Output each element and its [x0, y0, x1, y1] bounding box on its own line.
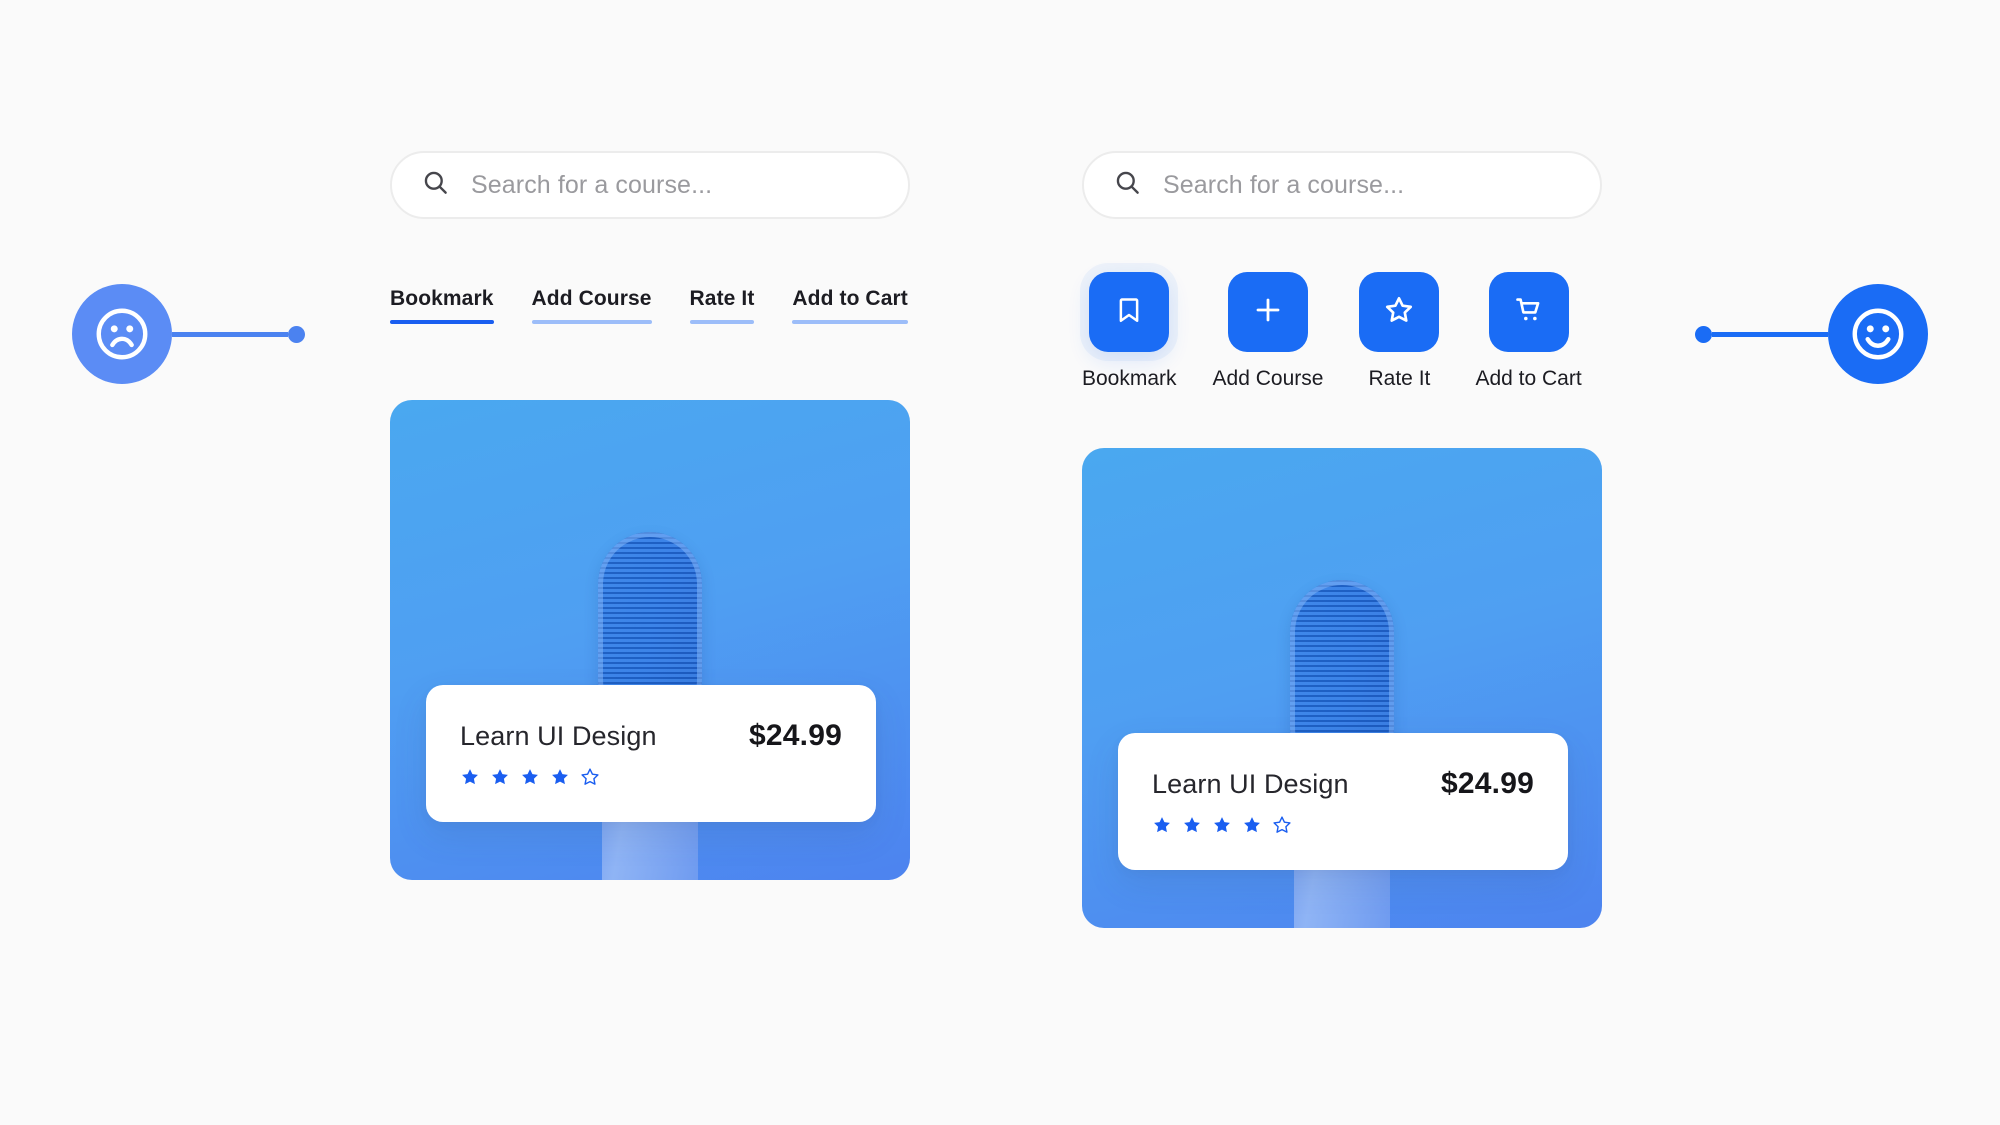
link-bookmark[interactable]: Bookmark	[390, 287, 494, 324]
marker-connector-right	[1695, 325, 1828, 343]
icon-action-bar: Bookmark Add Course Rate It Add to Cart	[1082, 272, 1582, 391]
button-label: Add to Cart	[1475, 367, 1582, 390]
star-filled-icon	[1152, 815, 1172, 840]
search-input[interactable]: Search for a course...	[471, 171, 712, 200]
button-tile	[1488, 272, 1569, 352]
course-price: $24.99	[1441, 767, 1534, 800]
bookmark-icon	[1114, 295, 1144, 330]
button-tile	[1227, 272, 1308, 352]
course-rating	[460, 767, 842, 792]
course-title: Learn UI Design	[460, 721, 657, 751]
course-info-card[interactable]: Learn UI Design $24.99	[1118, 733, 1568, 870]
button-label: Rate It	[1368, 367, 1431, 390]
star-outline-icon	[1272, 815, 1292, 840]
link-label: Add to Cart	[792, 287, 908, 310]
link-underline	[390, 320, 494, 324]
link-label: Add Course	[531, 287, 652, 310]
link-label: Rate It	[689, 287, 755, 310]
star-filled-icon	[550, 767, 570, 792]
star-filled-icon	[1212, 815, 1232, 840]
button-add-course[interactable]: Add Course	[1212, 272, 1324, 391]
button-label: Add Course	[1212, 367, 1324, 390]
course-product-a: Learn UI Design $24.99	[390, 400, 910, 880]
button-tile	[1359, 272, 1440, 352]
connector-line	[172, 331, 288, 337]
button-add-to-cart[interactable]: Add to Cart	[1475, 272, 1582, 391]
search-input[interactable]: Search for a course...	[1163, 171, 1404, 200]
marker-connector-left	[172, 325, 305, 343]
link-rate-it[interactable]: Rate It	[689, 287, 755, 324]
connector-dot	[288, 325, 305, 343]
link-add-to-cart[interactable]: Add to Cart	[792, 287, 908, 324]
course-info-header: Learn UI Design $24.99	[1152, 767, 1534, 801]
search-icon	[422, 169, 449, 201]
connector-dot	[1695, 325, 1712, 343]
link-underline	[689, 320, 755, 324]
star-filled-icon	[520, 767, 540, 792]
link-label: Bookmark	[390, 287, 494, 310]
button-bookmark[interactable]: Bookmark	[1082, 272, 1177, 391]
comparison-marker-negative	[72, 284, 305, 384]
course-product-b: Learn UI Design $24.99	[1082, 448, 1602, 928]
course-price: $24.99	[749, 719, 842, 752]
search-icon	[1114, 169, 1141, 201]
star-filled-icon	[490, 767, 510, 792]
search-bar[interactable]: Search for a course...	[390, 151, 910, 219]
star-filled-icon	[1242, 815, 1262, 840]
connector-line	[1712, 331, 1828, 337]
course-rating	[1152, 815, 1534, 840]
star-outline-icon	[580, 767, 600, 792]
star-filled-icon	[460, 767, 480, 792]
plus-icon	[1252, 294, 1284, 331]
course-info-header: Learn UI Design $24.99	[460, 719, 842, 753]
link-underline	[531, 320, 652, 324]
button-label: Bookmark	[1082, 367, 1177, 390]
sad-face-icon	[72, 284, 172, 384]
star-filled-icon	[1182, 815, 1202, 840]
star-outline-icon	[1383, 294, 1415, 331]
course-title: Learn UI Design	[1152, 769, 1349, 799]
link-add-course[interactable]: Add Course	[531, 287, 652, 324]
search-bar[interactable]: Search for a course...	[1082, 151, 1602, 219]
course-info-card[interactable]: Learn UI Design $24.99	[426, 685, 876, 822]
shopping-cart-icon	[1513, 294, 1545, 331]
button-tile	[1089, 272, 1170, 352]
link-underline	[792, 320, 908, 324]
button-rate-it[interactable]: Rate It	[1359, 272, 1440, 391]
text-link-action-bar: Bookmark Add Course Rate It Add to Cart	[390, 287, 908, 324]
happy-face-icon	[1828, 284, 1928, 384]
comparison-marker-positive	[1695, 284, 1928, 384]
